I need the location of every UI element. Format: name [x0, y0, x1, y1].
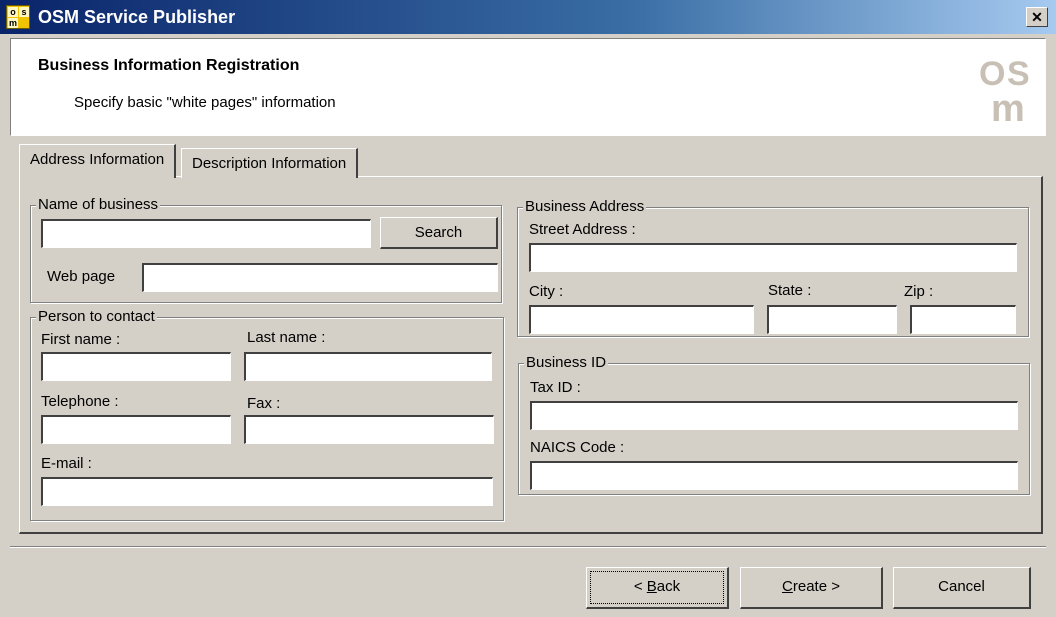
city-label: City : — [529, 283, 564, 300]
person-to-contact-group: Person to contact First name : Last name… — [30, 308, 504, 521]
name-of-business-group: Name of business Search Web page — [30, 196, 502, 303]
close-button[interactable]: ✕ — [1026, 7, 1048, 27]
fax-input[interactable] — [244, 415, 494, 444]
back-button[interactable]: < Back — [586, 567, 729, 609]
search-button-label: Search — [414, 224, 463, 241]
svg-text:m: m — [991, 88, 1025, 125]
create-button-label: Create > — [782, 578, 840, 595]
business-id-legend: Business ID — [524, 354, 609, 371]
naics-code-label: NAICS Code : — [530, 439, 625, 456]
naics-code-input[interactable] — [530, 461, 1018, 490]
cancel-button-label: Cancel — [938, 578, 985, 595]
back-button-focus-ring — [590, 571, 724, 604]
business-address-group: Business Address Street Address : City :… — [517, 198, 1029, 337]
zip-input[interactable] — [910, 305, 1016, 334]
web-page-input[interactable] — [142, 263, 498, 292]
osm-logo-icon: O S m — [979, 55, 1030, 125]
tab-address-information[interactable]: Address Information — [19, 144, 177, 178]
street-address-label: Street Address : — [529, 221, 636, 238]
tax-id-label: Tax ID : — [530, 379, 581, 396]
last-name-input[interactable] — [244, 352, 492, 381]
business-id-group: Business ID Tax ID : NAICS Code : — [518, 354, 1030, 495]
wizard-header: Business Information Registration Specif… — [10, 38, 1046, 136]
create-button[interactable]: Create > — [740, 567, 883, 609]
title-bar[interactable]: o s m OSM Service Publisher ✕ — [0, 0, 1056, 34]
page-title: Business Information Registration — [38, 57, 300, 74]
app-icon: o s m — [6, 5, 30, 29]
footer-separator — [10, 546, 1046, 548]
street-address-input[interactable] — [529, 243, 1017, 272]
first-name-input[interactable] — [41, 352, 231, 381]
address-information-panel: Name of business Search Web page Person … — [19, 176, 1043, 534]
name-of-business-legend: Name of business — [36, 196, 161, 213]
window-title: OSM Service Publisher — [38, 7, 236, 27]
close-icon: ✕ — [1031, 9, 1043, 25]
zip-label: Zip : — [904, 283, 934, 300]
telephone-label: Telephone : — [41, 393, 119, 410]
search-button[interactable]: Search — [380, 217, 498, 249]
tax-id-input[interactable] — [530, 401, 1018, 430]
page-subtitle: Specify basic "white pages" information — [74, 94, 336, 111]
email-input[interactable] — [41, 477, 493, 506]
business-address-legend: Business Address — [523, 198, 647, 215]
cancel-button[interactable]: Cancel — [893, 567, 1031, 609]
fax-label: Fax : — [247, 395, 281, 412]
state-label: State : — [768, 282, 812, 299]
first-name-label: First name : — [41, 331, 121, 348]
telephone-input[interactable] — [41, 415, 231, 444]
last-name-label: Last name : — [247, 329, 326, 346]
web-page-label: Web page — [47, 268, 116, 285]
email-label: E-mail : — [41, 455, 92, 472]
tab-description-information[interactable]: Description Information — [181, 148, 359, 178]
business-name-input[interactable] — [41, 219, 371, 248]
dialog-window: o s m OSM Service Publisher ✕ Business I… — [0, 0, 1056, 617]
city-input[interactable] — [529, 305, 754, 334]
state-input[interactable] — [767, 305, 897, 334]
person-to-contact-legend: Person to contact — [36, 308, 157, 325]
